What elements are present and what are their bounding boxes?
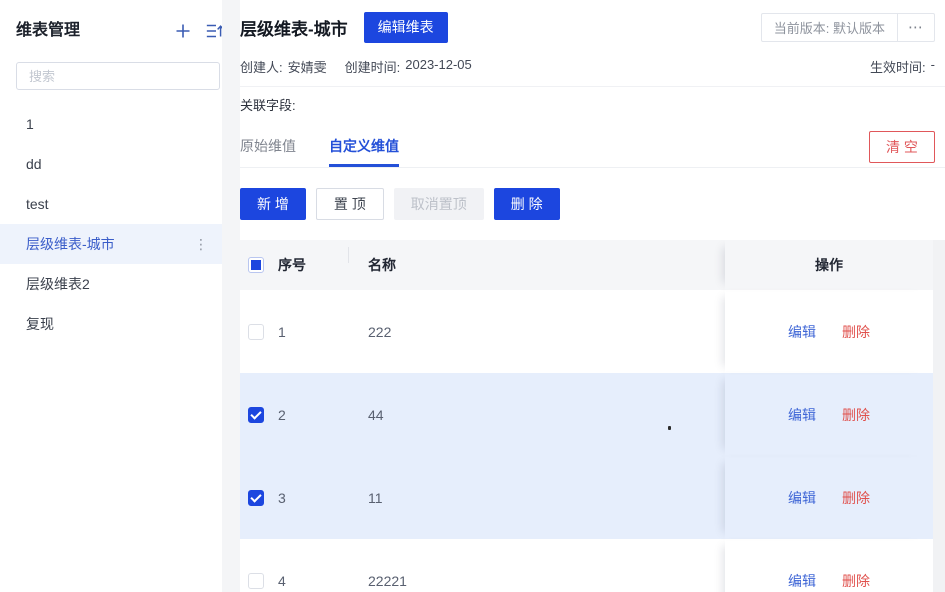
row-checkbox[interactable] <box>248 573 264 589</box>
effective-label: 生效时间: <box>870 57 926 76</box>
app-window: 维表管理 1ddtest层级维表-城市⋮层级维表2复现 层级维表-城市 编辑维表… <box>0 0 945 592</box>
sidebar-list: 1 dd test 层级维表-城市 ⋮ 层级维表2 复现 <box>0 104 222 344</box>
sidebar-actions <box>172 18 222 44</box>
created-label: 创建时间: <box>345 57 401 76</box>
current-version-label: 当前版本: 默认版本 <box>762 14 897 41</box>
more-actions-icon[interactable]: ⋯ <box>898 14 934 41</box>
sidebar-item[interactable]: 复现 <box>0 304 222 344</box>
row-check-cell <box>240 290 278 373</box>
page-title: 层级维表-城市 <box>240 15 348 40</box>
row-index: 4 <box>278 573 348 589</box>
kebab-menu-icon[interactable]: ⋮ <box>194 236 222 253</box>
sidebar-item-label: 层级维表2 <box>26 274 90 294</box>
toolbar: 新 增 置 顶 取消置顶 删 除 <box>240 188 560 220</box>
row-checkbox[interactable] <box>248 324 264 340</box>
select-all-checkbox[interactable] <box>248 257 264 273</box>
row-index: 3 <box>278 490 348 506</box>
delete-link[interactable]: 删除 <box>842 488 870 508</box>
row-index: 2 <box>278 407 348 423</box>
row-actions-cell: 编辑 删除 <box>725 373 933 456</box>
add-icon[interactable] <box>172 20 194 42</box>
edit-link[interactable]: 编辑 <box>788 405 816 425</box>
pin-button[interactable]: 置 顶 <box>316 188 384 220</box>
edit-link[interactable]: 编辑 <box>788 571 816 591</box>
edit-link[interactable]: 编辑 <box>788 322 816 342</box>
cursor-artifact <box>668 426 671 430</box>
unpin-button[interactable]: 取消置顶 <box>394 188 484 220</box>
meta-row: 创建人: 安婧雯 创建时间: 2023-12-05 生效时间: - <box>240 57 935 76</box>
add-button[interactable]: 新 增 <box>240 188 306 220</box>
row-actions-cell: 编辑 删除 <box>725 290 933 373</box>
delete-link[interactable]: 删除 <box>842 571 870 591</box>
sidebar-item[interactable]: test <box>0 184 222 224</box>
row-check-cell <box>240 373 278 456</box>
sort-list-icon[interactable] <box>205 20 222 42</box>
table-row: 1222 编辑 删除 <box>240 290 933 373</box>
vertical-scrollbar[interactable] <box>933 240 945 592</box>
version-selector[interactable]: 当前版本: 默认版本 ⋯ <box>761 13 935 42</box>
table-row: 244 编辑 删除 <box>240 373 933 456</box>
row-name: 222 <box>348 324 725 340</box>
header-name: 名称 <box>348 255 725 275</box>
sidebar-item-label: dd <box>26 156 42 172</box>
clear-button[interactable]: 清 空 <box>869 131 935 163</box>
sidebar: 维表管理 1 dd test 层级维表-城市 ⋮ 层级维表2 复现 <box>0 0 222 592</box>
table-row: 311 编辑 删除 <box>240 456 933 539</box>
main-panel: 层级维表-城市 编辑维表 当前版本: 默认版本 ⋯ 创建人: 安婧雯 创建时间:… <box>240 0 945 592</box>
section-divider <box>240 86 945 87</box>
edit-table-button[interactable]: 编辑维表 <box>364 12 448 43</box>
sidebar-item[interactable]: 1 <box>0 104 222 144</box>
related-fields-label: 关联字段: <box>240 95 296 114</box>
delete-link[interactable]: 删除 <box>842 322 870 342</box>
sidebar-item-label: 复现 <box>26 314 54 334</box>
row-check-cell <box>240 456 278 539</box>
creator-info: 创建人: 安婧雯 <box>240 57 327 76</box>
values-table: 序号 名称 操作 1222编辑删除244编辑删除311编辑删除422221编辑删… <box>240 240 933 592</box>
row-name: 11 <box>348 490 725 506</box>
header-actions: 操作 <box>725 240 933 290</box>
row-actions-cell: 编辑 删除 <box>725 539 933 592</box>
tabs: 原始维值 自定义维值 <box>240 129 945 168</box>
table-row: 422221 编辑 删除 <box>240 539 933 592</box>
delete-button[interactable]: 删 除 <box>494 188 560 220</box>
table-header-row: 序号 名称 操作 <box>240 240 933 290</box>
created-info: 创建时间: 2023-12-05 <box>345 57 472 76</box>
sidebar-item-label: 1 <box>26 116 34 132</box>
edit-link[interactable]: 编辑 <box>788 488 816 508</box>
row-name: 44 <box>348 407 725 423</box>
header-check-cell <box>240 240 278 290</box>
sidebar-item-label: 层级维表-城市 <box>26 234 115 254</box>
creator-label: 创建人: <box>240 57 283 76</box>
delete-link[interactable]: 删除 <box>842 405 870 425</box>
sidebar-item[interactable]: 层级维表-城市 ⋮ <box>0 224 222 264</box>
row-checkbox[interactable] <box>248 490 264 506</box>
creator-value: 安婧雯 <box>288 57 327 76</box>
row-actions-cell: 编辑 删除 <box>725 456 933 539</box>
row-check-cell <box>240 539 278 592</box>
table-body: 1222编辑删除244编辑删除311编辑删除422221编辑删除 <box>240 290 933 592</box>
search-input[interactable] <box>16 62 220 90</box>
sidebar-item-label: test <box>26 196 49 212</box>
tab-original-values[interactable]: 原始维值 <box>240 129 296 167</box>
header-index: 序号 <box>278 255 348 275</box>
effective-value: - <box>931 57 935 76</box>
sidebar-item[interactable]: dd <box>0 144 222 184</box>
sidebar-title: 维表管理 <box>16 22 80 39</box>
row-checkbox[interactable] <box>248 407 264 423</box>
row-index: 1 <box>278 324 348 340</box>
tab-custom-values[interactable]: 自定义维值 <box>329 129 399 167</box>
row-name: 22221 <box>348 573 725 589</box>
sidebar-item[interactable]: 层级维表2 <box>0 264 222 304</box>
panel-divider <box>222 0 240 592</box>
created-value: 2023-12-05 <box>405 57 472 76</box>
title-row: 层级维表-城市 编辑维表 当前版本: 默认版本 ⋯ <box>240 11 935 43</box>
effective-info: 生效时间: - <box>870 57 935 76</box>
